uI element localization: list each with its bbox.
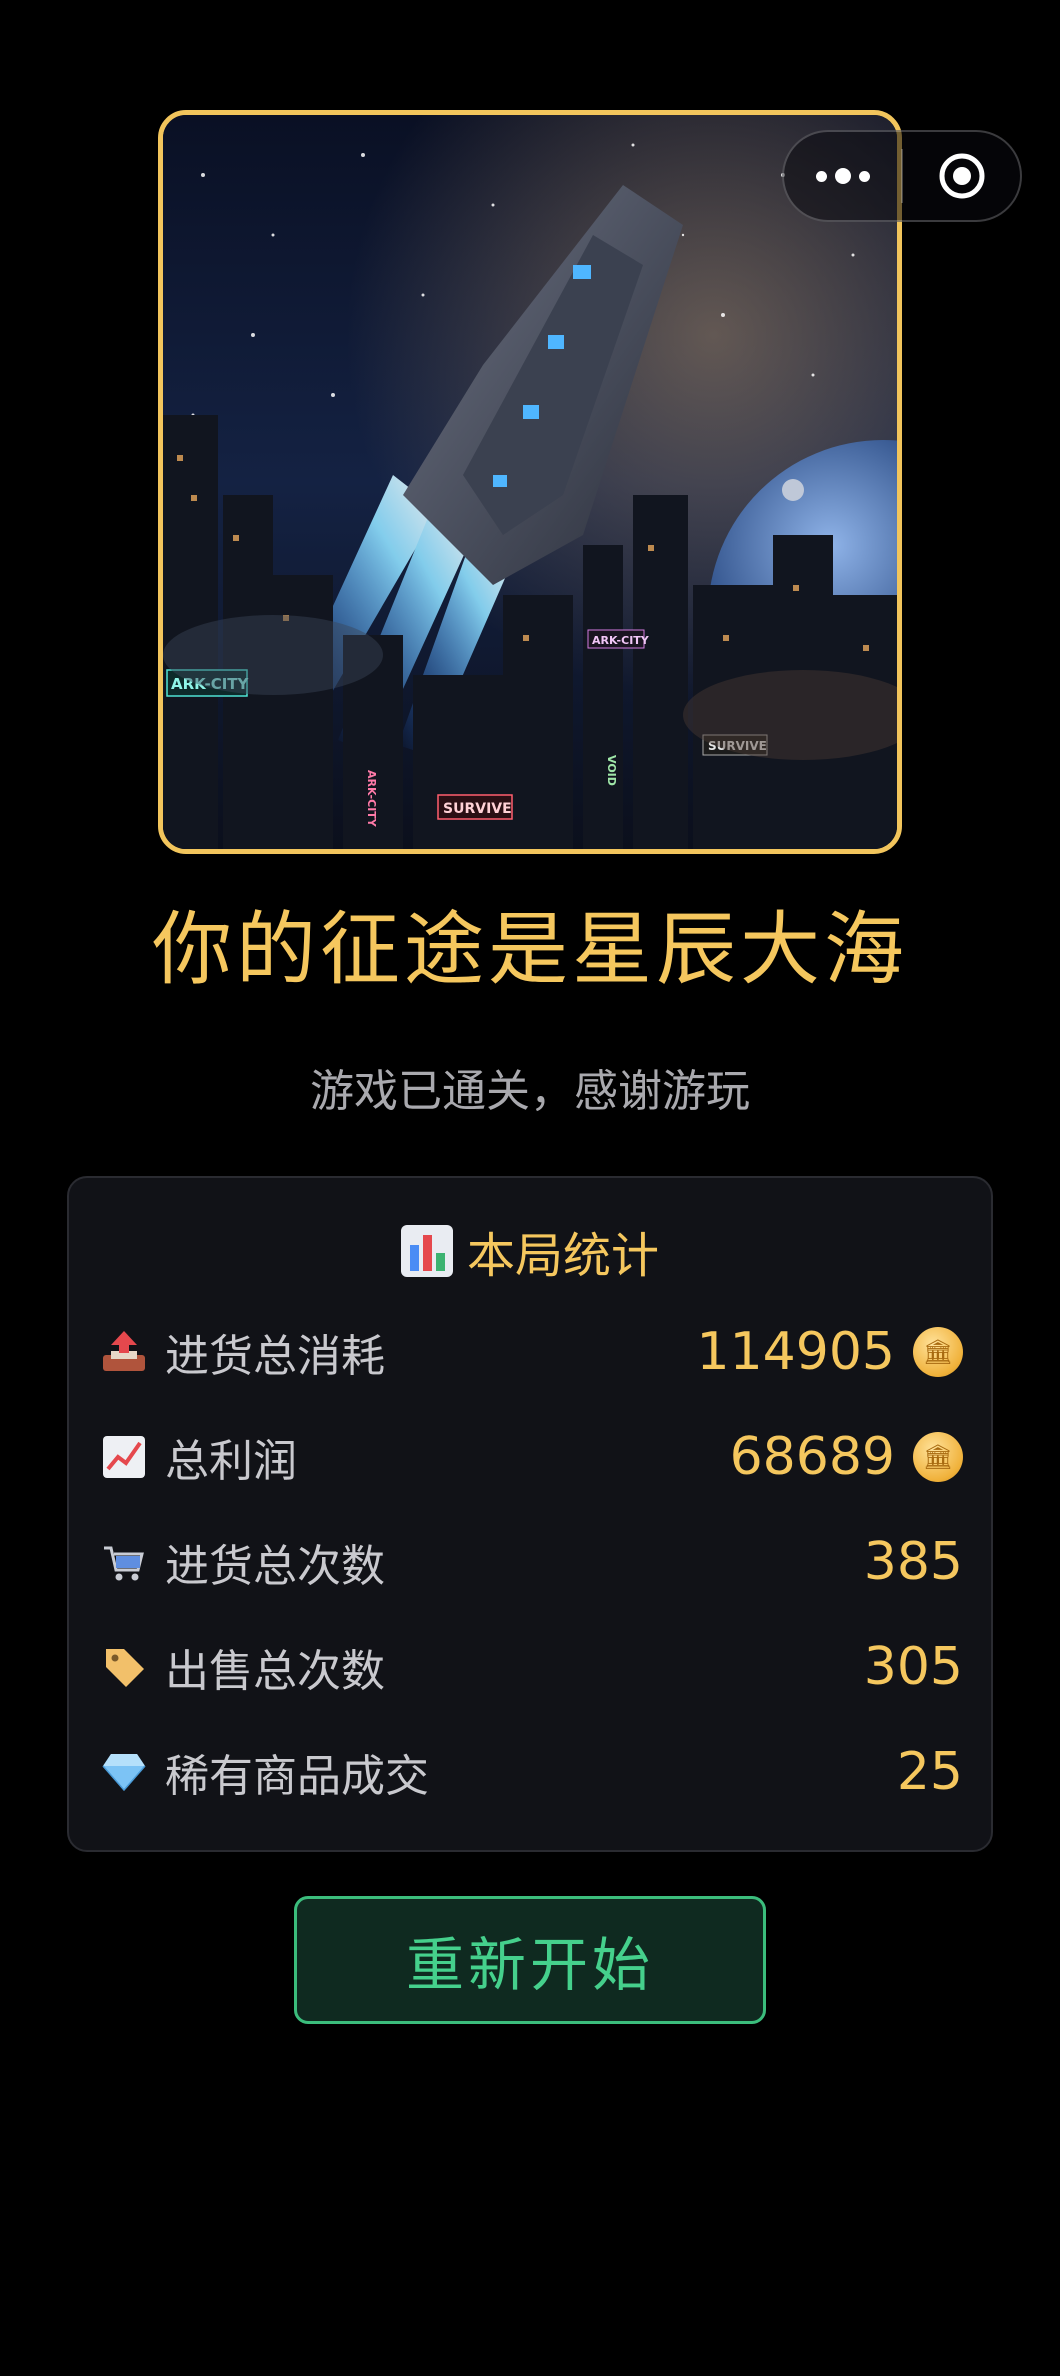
spaceship-illustration: ARK-CITY ARK-CITY SURVIVE SURVIVE ARK-CI… xyxy=(163,115,897,849)
stat-label: 进货总次数 xyxy=(165,1541,385,1592)
stats-card: 本局统计 进货总消耗 114905 🏛 总利润 68689 🏛 进货总次数 38… xyxy=(67,1176,993,1852)
stat-row-sale-count: 出售总次数 305 xyxy=(101,1631,963,1703)
stat-row-rare-deals: 稀有商品成交 25 xyxy=(101,1736,963,1808)
stats-heading: 本局统计 xyxy=(69,1216,991,1286)
gold-coin-icon: 🏛 xyxy=(913,1432,963,1482)
bar-chart-icon xyxy=(400,1225,453,1277)
stat-value: 385 xyxy=(863,1532,963,1592)
outbox-tray-icon xyxy=(101,1329,147,1375)
stat-label: 进货总消耗 xyxy=(165,1331,385,1382)
more-button[interactable] xyxy=(784,132,901,220)
mini-program-capsule xyxy=(782,130,1022,222)
sign-ark-city-3: ARK-CITY xyxy=(365,770,378,828)
gold-coin-icon: 🏛 xyxy=(913,1327,963,1377)
gem-icon xyxy=(101,1749,147,1795)
restart-button[interactable]: 重新开始 xyxy=(294,1896,766,2024)
stat-value: 68689 xyxy=(729,1427,895,1487)
target-circle-icon xyxy=(939,153,984,199)
stat-label: 出售总次数 xyxy=(165,1646,385,1697)
sign-ark-city-2: ARK-CITY xyxy=(592,634,650,647)
page-title: 你的征途是星辰大海 xyxy=(152,903,908,996)
stat-label: 总利润 xyxy=(165,1436,297,1487)
sign-void: VOID xyxy=(605,755,618,786)
hero-image: ARK-CITY ARK-CITY SURVIVE SURVIVE ARK-CI… xyxy=(158,110,902,854)
chart-increasing-icon xyxy=(101,1434,147,1480)
stat-row-purchase-cost: 进货总消耗 114905 🏛 xyxy=(101,1316,963,1388)
sign-survive-1: SURVIVE xyxy=(443,801,512,817)
label-tag-icon xyxy=(101,1644,147,1690)
stat-row-purchase-count: 进货总次数 385 xyxy=(101,1526,963,1598)
stats-heading-label: 本局统计 xyxy=(466,1228,659,1284)
page-subtitle: 游戏已通关，感谢游玩 xyxy=(310,1066,750,1117)
stat-value: 114905 xyxy=(696,1322,895,1382)
shopping-cart-icon xyxy=(101,1539,147,1585)
more-dots-icon xyxy=(815,168,870,184)
stat-value: 305 xyxy=(863,1637,963,1697)
stat-value: 25 xyxy=(896,1742,963,1802)
stat-label: 稀有商品成交 xyxy=(165,1751,429,1802)
stat-row-total-profit: 总利润 68689 🏛 xyxy=(101,1421,963,1493)
close-miniprogram-button[interactable] xyxy=(903,132,1020,220)
